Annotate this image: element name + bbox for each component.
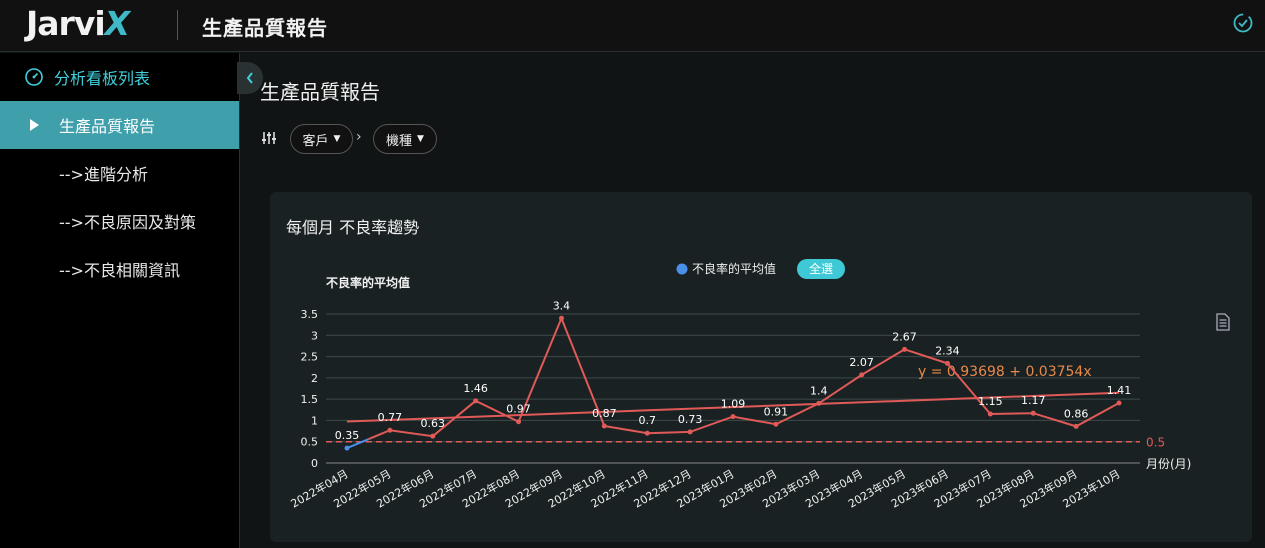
data-point xyxy=(816,400,822,406)
filter-customer-dropdown[interactable]: 客戶 ▼ xyxy=(290,124,353,154)
chevron-right-icon: › xyxy=(356,129,362,145)
data-point xyxy=(902,346,908,352)
data-label: 2.67 xyxy=(892,330,917,343)
dashboard-list-label: 分析看板列表 xyxy=(54,69,151,88)
data-label: 0.7 xyxy=(638,414,656,427)
sidebar-item-label: -->不良相關資訊 xyxy=(59,261,180,280)
y-tick-label: 1.5 xyxy=(301,393,319,406)
defect-rate-line-chart: 不良率的平均值 全選 不良率的平均值 月份(月) 0 0.5 1 1.5 2 2.5 3 3.… xyxy=(288,259,1191,511)
data-label: 1.09 xyxy=(721,398,746,411)
reference-line-label: 0.5 xyxy=(1146,436,1165,450)
data-point xyxy=(516,419,522,425)
data-label: 2.07 xyxy=(849,356,874,369)
data-point xyxy=(601,423,607,429)
trend-line-equation: y = 0.93698 + 0.03754x xyxy=(918,364,1092,380)
data-label: 1.41 xyxy=(1107,384,1132,397)
sidebar-item-label: 生產品質報告 xyxy=(59,117,156,136)
header-divider xyxy=(177,10,178,40)
sidebar-item-quality-report[interactable]: 生產品質報告 xyxy=(0,101,239,149)
data-label: 0.73 xyxy=(678,413,703,426)
data-label: 1.4 xyxy=(810,384,828,397)
data-label: 1.46 xyxy=(463,382,488,395)
data-point xyxy=(473,398,479,404)
data-label: 0.86 xyxy=(1064,407,1089,420)
chart-card-title: 每個月 不良率趨勢 xyxy=(286,218,420,237)
data-point xyxy=(344,445,350,451)
data-label: 3.4 xyxy=(553,299,571,312)
data-point xyxy=(687,429,693,435)
chart-legend: 不良率的平均值 全選 xyxy=(676,259,845,279)
legend-marker xyxy=(676,263,688,275)
data-point xyxy=(987,411,993,417)
legend-label: 不良率的平均值 xyxy=(692,261,776,276)
data-label: 0.63 xyxy=(421,417,446,430)
data-point xyxy=(644,430,650,436)
data-label: 0.87 xyxy=(592,407,617,420)
data-label: 1.15 xyxy=(978,395,1003,408)
page-title: 生產品質報告 xyxy=(260,80,380,104)
sidebar-item-label: -->不良原因及對策 xyxy=(59,213,196,232)
sidebar-item-advanced-analysis[interactable]: -->進階分析 xyxy=(0,149,239,197)
y-tick-label: 3.5 xyxy=(301,308,319,321)
check-circle-icon[interactable] xyxy=(1232,12,1254,34)
filter-sliders-icon[interactable] xyxy=(261,130,277,146)
data-point xyxy=(430,433,436,439)
caret-down-icon: ▼ xyxy=(417,134,424,144)
top-bar: JarviX 生產品質報告 xyxy=(0,0,1265,52)
chevron-left-icon xyxy=(246,72,253,84)
sidebar: 分析看板列表 生產品質報告 -->進階分析 -->不良原因及對策 -->不良相關… xyxy=(0,53,240,548)
data-label: 1.17 xyxy=(1021,394,1045,407)
caret-down-icon: ▼ xyxy=(333,134,341,144)
filter-label: 客戶 xyxy=(302,133,329,149)
sidebar-item-defect-info[interactable]: -->不良相關資訊 xyxy=(0,245,239,293)
data-label: 0.77 xyxy=(378,411,403,424)
dashboard-list-header[interactable]: 分析看板列表 xyxy=(24,65,150,89)
data-label: 0.97 xyxy=(506,403,530,416)
data-point xyxy=(859,372,865,378)
sidebar-item-defect-causes[interactable]: -->不良原因及對策 xyxy=(0,197,239,245)
data-point xyxy=(558,315,564,321)
y-tick-label: 0 xyxy=(311,457,318,470)
data-point xyxy=(773,421,779,427)
sidebar-item-label: -->進階分析 xyxy=(59,165,148,184)
y-tick-label: 1 xyxy=(311,414,318,427)
y-tick-label: 2 xyxy=(311,372,318,385)
data-label: 2.34 xyxy=(935,344,960,357)
app-title: 生產品質報告 xyxy=(202,16,328,40)
data-point xyxy=(1030,410,1036,416)
y-tick-label: 0.5 xyxy=(301,436,319,449)
y-axis-title: 不良率的平均值 xyxy=(326,275,410,290)
filter-label: 機種 xyxy=(386,133,413,149)
y-tick-label: 2.5 xyxy=(301,351,319,364)
data-point xyxy=(944,360,950,366)
play-arrow-icon xyxy=(30,119,39,131)
y-tick-label: 3 xyxy=(311,329,318,342)
data-point xyxy=(730,414,736,420)
data-point xyxy=(1073,423,1079,429)
filter-model-dropdown[interactable]: 機種 ▼ xyxy=(373,124,437,154)
jarvix-logo[interactable]: JarviX xyxy=(26,4,130,43)
gauge-icon xyxy=(25,68,43,86)
data-point xyxy=(1116,400,1122,406)
data-label: 0.35 xyxy=(335,429,360,442)
data-label: 0.91 xyxy=(764,405,789,418)
select-all-label: 全選 xyxy=(809,261,833,276)
x-axis-title: 月份(月) xyxy=(1146,457,1191,471)
data-point xyxy=(387,427,393,433)
